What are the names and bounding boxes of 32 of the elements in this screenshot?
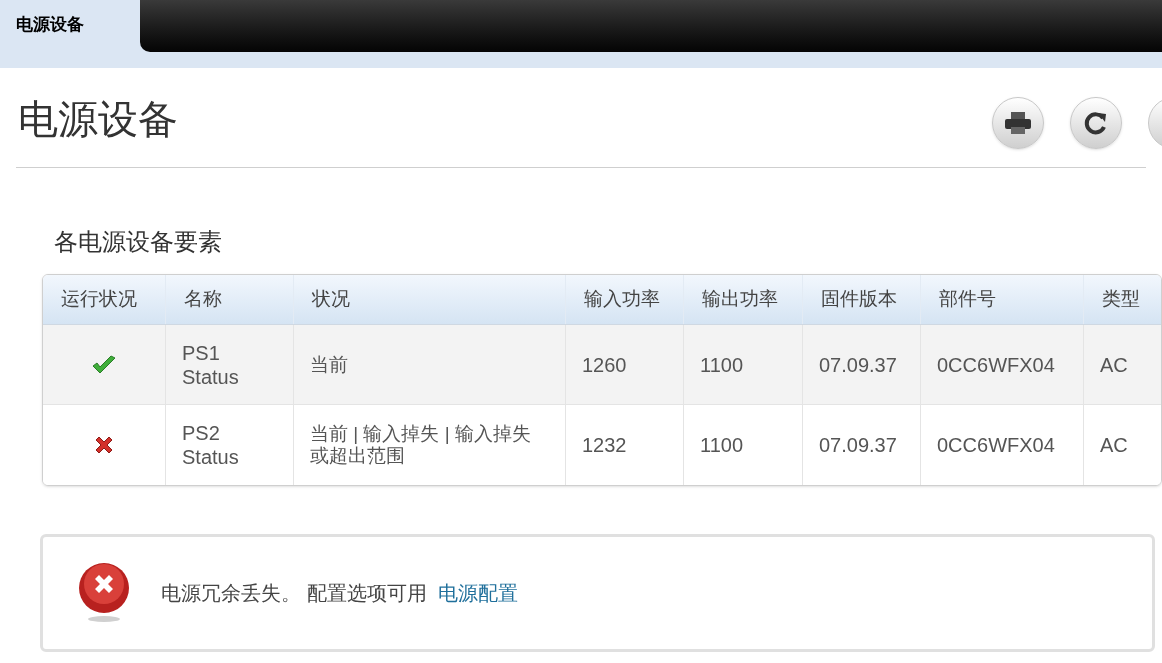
power-config-link[interactable]: 电源配置 [438,582,519,604]
column-header[interactable]: 状况 [294,275,566,324]
table-cell-text: 当前 | 输入掉失 | 输入掉失或超出范围 [310,423,532,467]
table-cell-text: AC [1100,433,1128,458]
table-cell: PS1 [182,340,220,365]
alert-message: 电源冗余丢失。 配置选项可用 电源配置 [161,581,519,606]
table-cell-text: AC [1100,352,1128,378]
table-cell-text: 07.09.37 [819,433,897,458]
section-title: 各电源设备要素 [54,227,223,257]
table-cell: Status [182,445,239,469]
column-header[interactable]: 输入功率 [566,275,684,324]
column-header[interactable]: 输出功率 [684,275,803,324]
printer-icon [1004,110,1032,135]
column-header[interactable]: 部件号 [921,275,1084,324]
table-cell: Status [182,364,239,389]
table-cell-text: 0CC6WFX04 [937,352,1055,378]
table-cell-text: 1100 [700,433,743,458]
page-title: 电源设备 [18,95,178,143]
table-cell-text: 1260 [582,352,627,378]
table-cell-text: 1100 [700,352,743,378]
column-header[interactable]: 固件版本 [803,275,921,324]
table-cell: PS2 [182,421,220,445]
table-cell-text: 0CC6WFX04 [937,433,1055,458]
table-cell-text: 07.09.37 [819,352,897,378]
column-header[interactable]: 名称 [166,275,294,324]
print-button[interactable] [992,96,1044,149]
refresh-button[interactable] [1070,96,1122,149]
table-cell: 当前 [310,353,348,376]
column-header[interactable]: 运行状况 [43,275,166,324]
table-cell-text: 1232 [582,433,627,458]
column-header[interactable]: 类型 [1084,275,1161,324]
refresh-icon [1083,109,1109,136]
